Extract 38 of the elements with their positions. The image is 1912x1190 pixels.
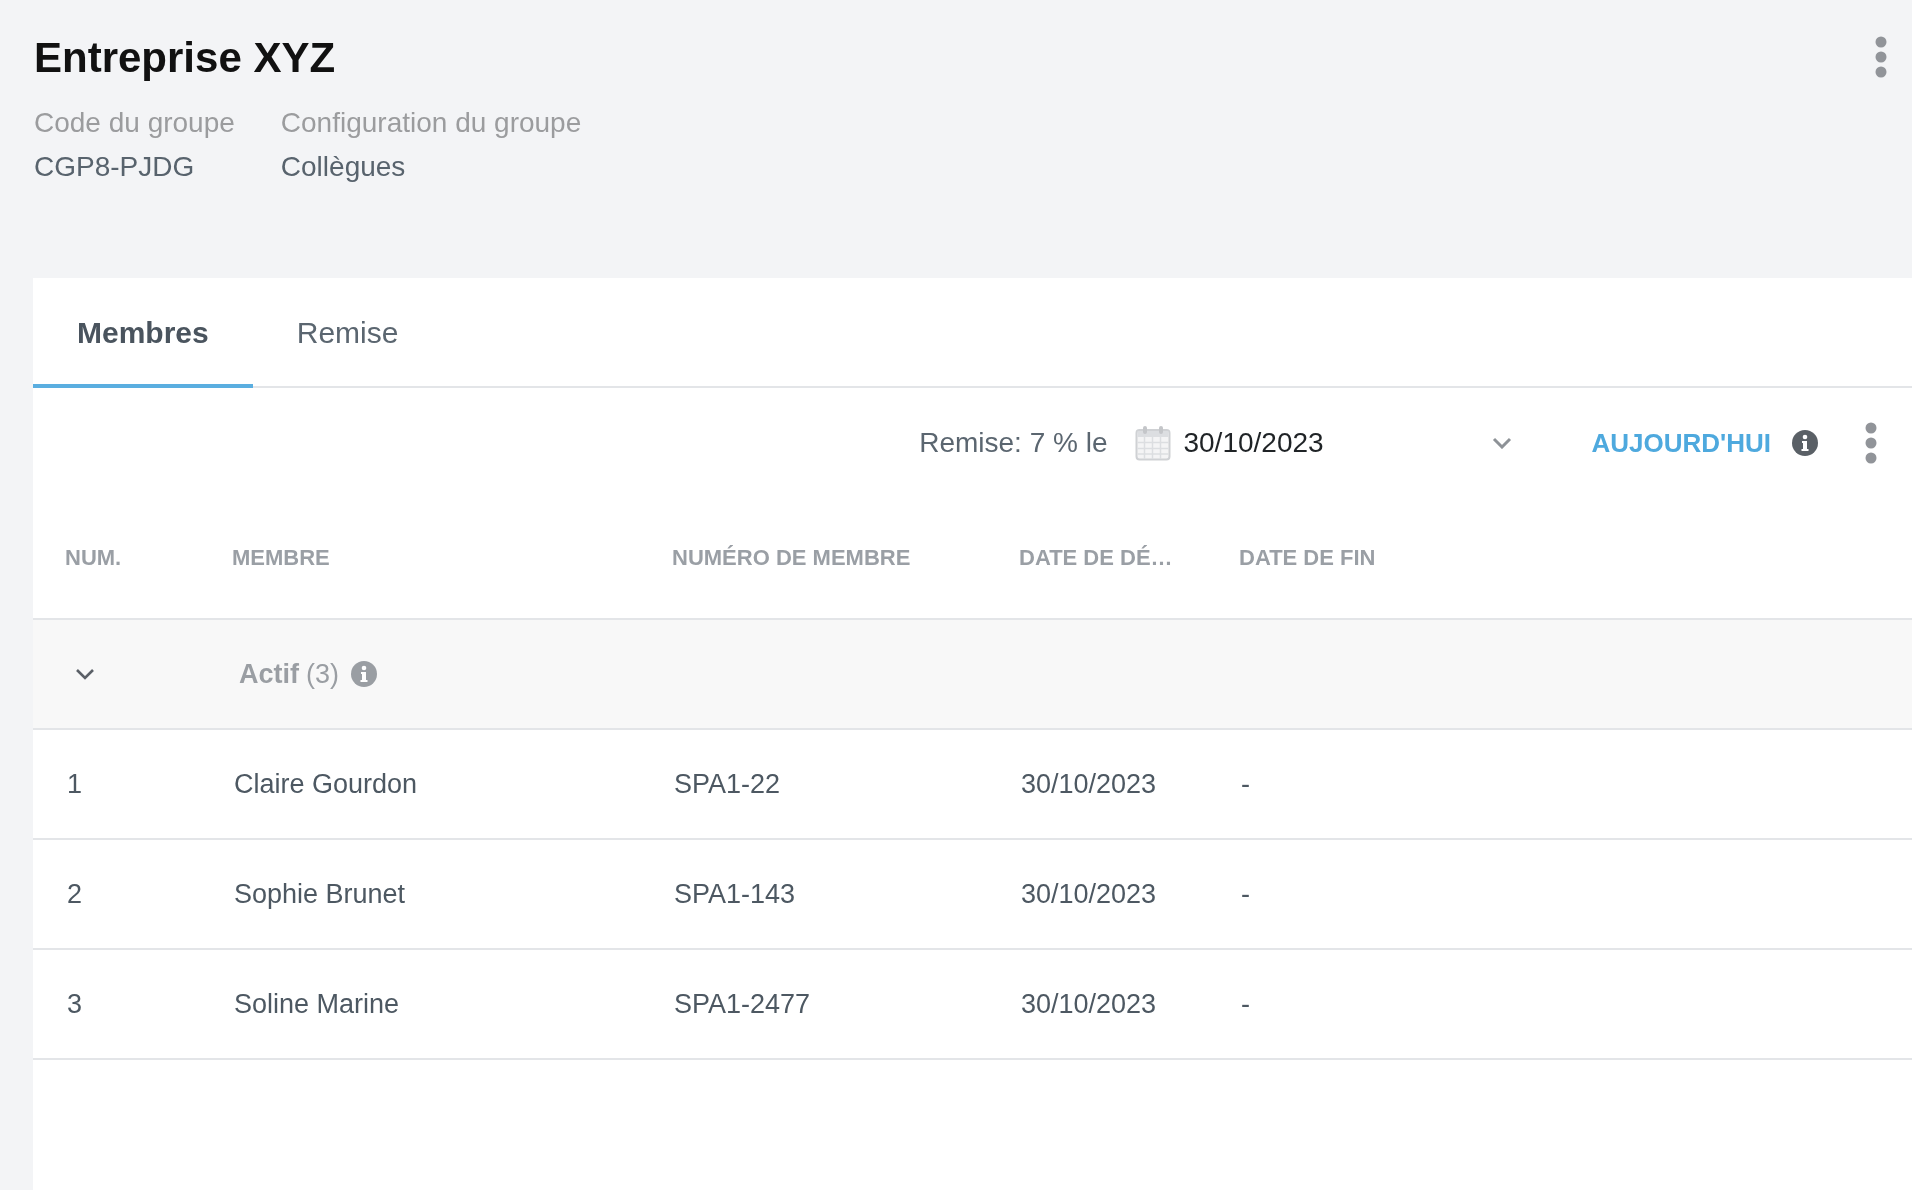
column-header: DATE DE DÉ… bbox=[1019, 545, 1174, 571]
field-value: Collègues bbox=[280, 150, 407, 184]
field-label: Configuration du groupe bbox=[280, 106, 582, 140]
tab[interactable]: Membres bbox=[33, 278, 253, 388]
row-number: 1 bbox=[66, 768, 84, 800]
group-count: (3) bbox=[306, 658, 339, 690]
member-number: SPA1-2477 bbox=[673, 988, 812, 1020]
member-number: SPA1-22 bbox=[673, 768, 782, 800]
group-label: Actif bbox=[239, 658, 299, 690]
info-icon[interactable] bbox=[1792, 430, 1818, 456]
tab[interactable]: Remise bbox=[252, 278, 443, 388]
column-header: NUM. bbox=[65, 545, 123, 571]
more-options-icon[interactable] bbox=[1865, 422, 1877, 464]
start-date: 30/10/2023 bbox=[1020, 988, 1158, 1020]
end-date: - bbox=[1240, 878, 1251, 910]
end-date: - bbox=[1240, 988, 1251, 1020]
column-header: DATE DE FIN bbox=[1239, 545, 1377, 571]
calendar-icon bbox=[1135, 425, 1172, 461]
row-number: 3 bbox=[66, 988, 84, 1020]
start-date: 30/10/2023 bbox=[1020, 878, 1158, 910]
member-number: SPA1-143 bbox=[673, 878, 797, 910]
member-name: Sophie Brunet bbox=[233, 878, 407, 910]
chevron-down-icon[interactable] bbox=[75, 668, 95, 680]
member-name: Soline Marine bbox=[233, 988, 401, 1020]
member-name: Claire Gourdon bbox=[233, 768, 419, 800]
page-title: Entreprise XYZ bbox=[34, 33, 337, 83]
start-date: 30/10/2023 bbox=[1020, 768, 1158, 800]
date-picker[interactable]: 30/10/2023 bbox=[1135, 418, 1517, 468]
column-header: MEMBRE bbox=[232, 545, 331, 571]
field-label: Code du groupe bbox=[34, 106, 235, 140]
more-options-icon[interactable] bbox=[1875, 36, 1887, 78]
discount-label: Remise: 7 % le bbox=[919, 427, 1108, 459]
column-header: NUMÉRO DE MEMBRE bbox=[672, 545, 912, 571]
chevron-down-icon bbox=[1492, 437, 1513, 449]
field-value: CGP8-PJDG bbox=[34, 150, 196, 184]
end-date: - bbox=[1240, 768, 1251, 800]
info-icon[interactable] bbox=[351, 661, 377, 687]
row-number: 2 bbox=[66, 878, 84, 910]
